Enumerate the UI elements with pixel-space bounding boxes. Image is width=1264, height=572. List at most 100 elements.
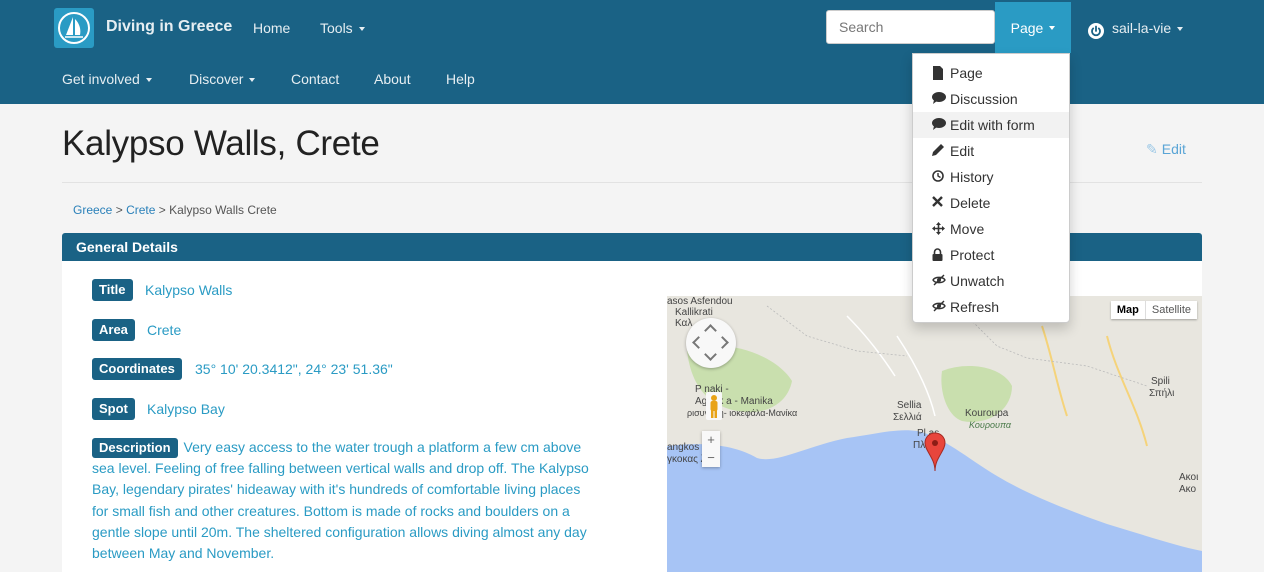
- nav-tools[interactable]: Tools: [320, 20, 365, 36]
- sailboat-logo-icon[interactable]: [54, 8, 94, 48]
- menu-item-label: History: [950, 169, 994, 185]
- menu-item-edit[interactable]: Edit: [913, 138, 1069, 164]
- remove-icon: [932, 196, 946, 210]
- nav-home-label: Home: [253, 20, 291, 36]
- map-view[interactable]: asos Asfendou Kallikrati Καλ P naki - Ag…: [667, 296, 1202, 572]
- menu-item-delete[interactable]: Delete: [913, 190, 1069, 216]
- user-menu[interactable]: sail-la-vie: [1112, 20, 1184, 36]
- map-type-map-button[interactable]: Map: [1111, 301, 1145, 319]
- menu-item-label: Discussion: [950, 91, 1018, 107]
- chevron-down-icon: [358, 27, 365, 31]
- top-navbar: Diving in Greece Home Tools Get involved…: [0, 0, 1264, 104]
- nav-contact-label: Contact: [291, 71, 340, 87]
- breadcrumb-separator: >: [115, 203, 123, 217]
- file-icon: [932, 66, 946, 80]
- comment-icon: [932, 118, 946, 132]
- field-value-coordinates[interactable]: 35° 10' 20.3412", 24° 23' 51.36": [195, 361, 393, 377]
- pan-right-icon[interactable]: [716, 336, 729, 349]
- map-label: Σπήλι: [1149, 388, 1175, 399]
- nav-help[interactable]: Help: [446, 71, 475, 87]
- nav-about-label: About: [374, 71, 411, 87]
- map-label: asos Asfendou: [667, 296, 733, 307]
- zoom-out-button[interactable]: −: [702, 449, 720, 467]
- pan-up-icon[interactable]: [704, 324, 717, 337]
- map-label: Spili: [1151, 376, 1170, 387]
- street-view-pegman-icon[interactable]: [706, 392, 722, 420]
- menu-item-label: Protect: [950, 247, 995, 263]
- page-menu-label: Page: [1010, 19, 1044, 36]
- chevron-down-icon: [145, 78, 152, 82]
- eye-slash-icon: [932, 274, 946, 288]
- field-value-description: Very easy access to the water trough a p…: [92, 439, 589, 562]
- field-label-coordinates: Coordinates: [92, 358, 182, 380]
- pan-control[interactable]: [686, 318, 736, 368]
- field-value-area[interactable]: Crete: [147, 322, 181, 338]
- pan-down-icon[interactable]: [704, 348, 717, 361]
- edit-link-label: Edit: [1161, 141, 1186, 157]
- user-name: sail-la-vie: [1112, 20, 1172, 36]
- menu-item-label: Page: [950, 65, 983, 81]
- pencil-icon: ✎: [1146, 141, 1158, 157]
- field-value-title[interactable]: Kalypso Walls: [145, 282, 232, 298]
- map-type-control: Map Satellite: [1110, 301, 1197, 319]
- map-label: ρισυνάκη- ιοκεφάλα-Μανίκα: [687, 408, 798, 418]
- nav-discover-label: Discover: [189, 71, 244, 87]
- nav-about[interactable]: About: [374, 71, 411, 87]
- pencil-icon: [932, 144, 946, 158]
- nav-discover[interactable]: Discover: [189, 71, 256, 87]
- map-label: Σελλιά: [893, 412, 922, 423]
- map-label: Ακοι: [1179, 472, 1199, 483]
- menu-item-refresh[interactable]: Refresh: [913, 294, 1069, 320]
- menu-item-discussion[interactable]: Discussion: [913, 86, 1069, 112]
- menu-item-unwatch[interactable]: Unwatch: [913, 268, 1069, 294]
- menu-item-edit-with-form[interactable]: Edit with form: [913, 112, 1069, 138]
- menu-item-label: Edit: [950, 143, 975, 159]
- field-label-area: Area: [92, 319, 135, 341]
- map-label: Κουρουπα: [969, 420, 1011, 430]
- nav-help-label: Help: [446, 71, 475, 87]
- nav-tools-label: Tools: [320, 20, 353, 36]
- field-label-spot: Spot: [92, 398, 135, 420]
- map-marker-icon[interactable]: [924, 432, 946, 472]
- nav-get-involved[interactable]: Get involved: [62, 71, 152, 87]
- page-title: Kalypso Walls, Crete: [62, 124, 380, 163]
- menu-item-label: Delete: [950, 195, 991, 211]
- breadcrumb: Greece > Crete > Kalypso Walls Crete: [73, 203, 277, 217]
- zoom-in-button[interactable]: +: [702, 431, 720, 449]
- search-input[interactable]: [826, 10, 995, 44]
- menu-item-move[interactable]: Move: [913, 216, 1069, 242]
- move-icon: [932, 222, 946, 236]
- eye-slash-icon: [932, 300, 946, 314]
- map-label: Sellia: [897, 400, 922, 411]
- power-icon[interactable]: [1088, 23, 1104, 39]
- page-dropdown-menu: Page Discussion Edit with form Edit Hist…: [912, 53, 1070, 323]
- brand-name[interactable]: Diving in Greece: [106, 18, 232, 36]
- breadcrumb-separator: >: [158, 203, 166, 217]
- map-label: Kallikrati: [675, 307, 713, 318]
- nav-get-involved-label: Get involved: [62, 71, 140, 87]
- menu-item-page[interactable]: Page: [913, 60, 1069, 86]
- menu-item-label: Move: [950, 221, 985, 237]
- breadcrumb-current: Kalypso Walls Crete: [169, 203, 277, 217]
- edit-link[interactable]: ✎ Edit: [1146, 141, 1186, 158]
- breadcrumb-crete[interactable]: Crete: [126, 203, 155, 217]
- pan-left-icon[interactable]: [692, 336, 705, 349]
- lock-icon: [932, 248, 946, 262]
- comment-icon: [932, 92, 946, 106]
- menu-item-protect[interactable]: Protect: [913, 242, 1069, 268]
- menu-item-label: Unwatch: [950, 273, 1005, 289]
- map-label: Kouroupa: [965, 408, 1009, 419]
- map-type-satellite-button[interactable]: Satellite: [1144, 301, 1197, 319]
- chevron-down-icon: [249, 78, 256, 82]
- zoom-control: + −: [702, 431, 720, 467]
- field-label-title: Title: [92, 279, 133, 301]
- nav-contact[interactable]: Contact: [291, 71, 339, 87]
- menu-item-history[interactable]: History: [913, 164, 1069, 190]
- nav-home[interactable]: Home: [253, 20, 290, 36]
- breadcrumb-greece[interactable]: Greece: [73, 203, 112, 217]
- field-description: Description Very easy access to the water…: [92, 437, 597, 564]
- menu-item-label: Refresh: [950, 299, 1000, 315]
- field-value-spot[interactable]: Kalypso Bay: [147, 401, 225, 417]
- menu-item-label: Edit with form: [950, 117, 1035, 133]
- page-menu-button[interactable]: Page: [995, 2, 1071, 53]
